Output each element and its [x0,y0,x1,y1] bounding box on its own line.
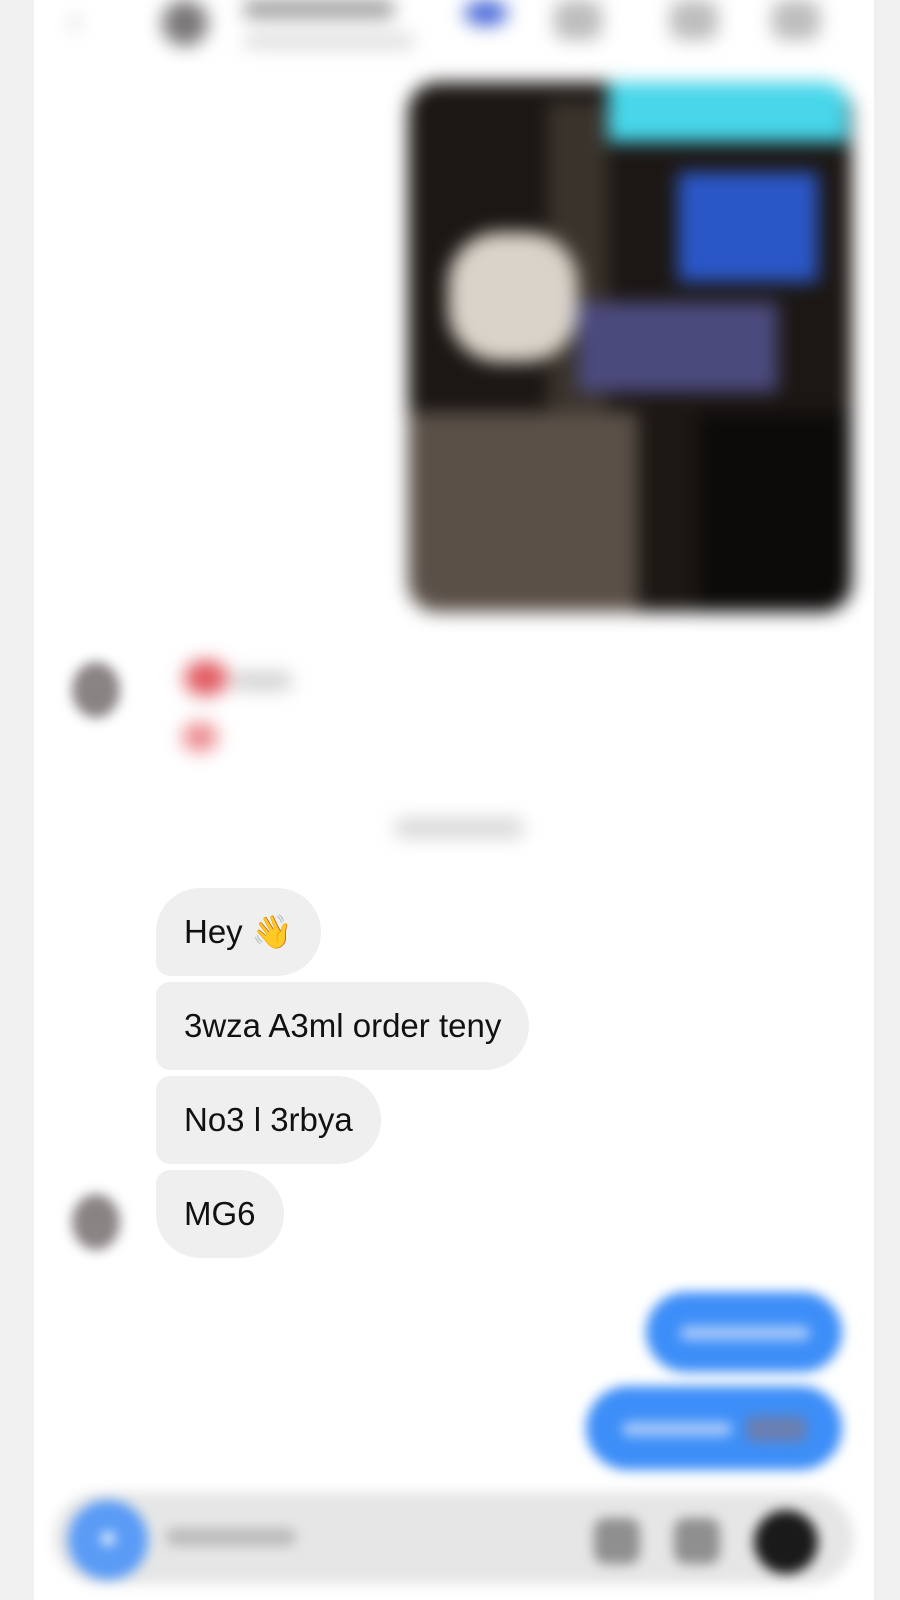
message-text: Hey [184,913,243,950]
timestamp [394,818,524,838]
message-text: MG6 [184,1195,256,1232]
contact-status [244,34,414,48]
camera-icon: ● [98,1521,118,1554]
verified-badge-icon [464,0,508,26]
incoming-message[interactable]: MG6 [156,1170,284,1258]
incoming-message[interactable]: 3wza A3ml order teny [156,982,530,1070]
chat-screen: ‹ Hey 👋 3wza A3ml order teny No3 l 3rbya [34,0,874,1600]
heart-icon [184,660,228,696]
back-button[interactable]: ‹ [70,4,98,40]
sender-avatar[interactable] [72,1194,120,1250]
incoming-message[interactable]: Hey 👋 [156,888,321,976]
outgoing-message[interactable] [646,1292,842,1372]
microphone-icon[interactable] [594,1518,640,1564]
waving-hand-emoji: 👋 [251,913,293,950]
video-icon[interactable] [670,0,718,40]
message-text: 3wza A3ml order teny [184,1007,502,1044]
incoming-message[interactable]: No3 l 3rbya [156,1076,381,1164]
sender-avatar[interactable] [72,662,120,718]
chat-header: ‹ [34,0,874,62]
sticker-icon[interactable] [754,1510,818,1574]
message-placeholder [166,1528,296,1546]
image-icon[interactable] [674,1518,720,1564]
heart-reaction-icon[interactable] [182,722,218,752]
contact-name[interactable] [244,0,394,18]
phone-icon[interactable] [554,0,602,40]
shared-photo[interactable] [408,82,852,612]
outgoing-message[interactable] [586,1386,842,1470]
message-text: No3 l 3rbya [184,1101,353,1138]
info-icon[interactable] [772,0,820,40]
header-avatar[interactable] [162,0,208,46]
